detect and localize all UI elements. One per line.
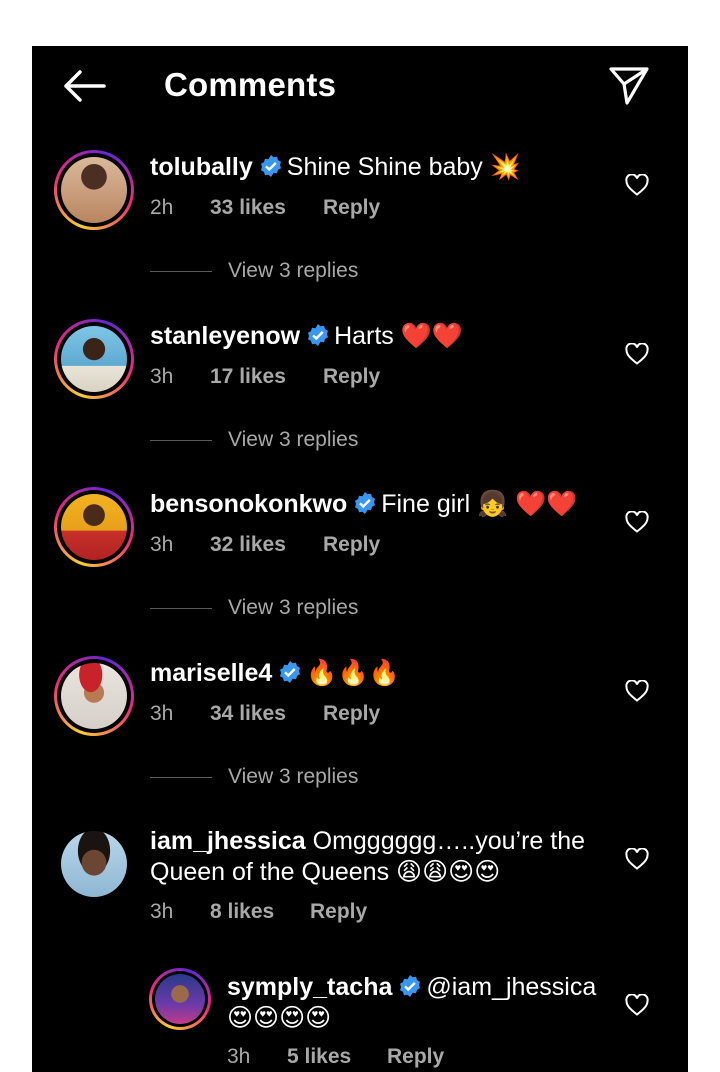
avatar[interactable]: [61, 831, 127, 897]
comment-text: Shine Shine baby 💥: [286, 153, 521, 181]
reply-button[interactable]: Reply: [323, 196, 380, 220]
reply-time: 3h: [227, 1045, 251, 1068]
like-button[interactable]: [622, 339, 652, 369]
likes-count[interactable]: 8 likes: [210, 900, 310, 924]
verified-badge-icon: [400, 975, 421, 997]
view-replies-label: View 3 replies: [228, 428, 359, 451]
view-replies-label: View 3 replies: [228, 596, 359, 619]
comment-username[interactable]: iam_jhessica: [150, 827, 306, 855]
comment-time: 3h: [150, 533, 174, 556]
comment-text: Fine girl 👧 ❤️❤️: [381, 490, 578, 518]
mention-link[interactable]: @iam_jhessica: [426, 973, 596, 1001]
avatar[interactable]: [149, 968, 211, 1030]
avatar[interactable]: [54, 150, 134, 230]
avatar[interactable]: [54, 487, 134, 567]
like-button[interactable]: [622, 676, 652, 706]
reply-button[interactable]: Reply: [323, 365, 380, 389]
comment-time: 3h: [150, 365, 174, 388]
reply-text: 😍😍😍😍: [227, 1004, 332, 1032]
likes-count[interactable]: 17 likes: [210, 365, 323, 389]
heart-icon: [625, 680, 649, 702]
likes-count[interactable]: 32 likes: [210, 533, 323, 557]
heart-icon: [625, 994, 649, 1016]
back-button[interactable]: [56, 64, 112, 108]
comment-time: 3h: [150, 900, 174, 923]
reply-button[interactable]: Reply: [310, 900, 367, 924]
comment-text: Omgggggg…..you’re the: [312, 827, 586, 855]
reply-button[interactable]: Reply: [323, 702, 380, 726]
verified-badge-icon: [280, 661, 301, 683]
share-button[interactable]: [602, 62, 656, 110]
comments-screen: Comments tolubally Shine Shine baby 💥 2h 3…: [32, 46, 688, 1072]
comment-time: 3h: [150, 702, 174, 725]
likes-count[interactable]: 33 likes: [210, 196, 323, 220]
heart-icon: [625, 511, 649, 533]
verified-badge-icon: [260, 155, 281, 177]
view-replies-button[interactable]: View 3 replies: [150, 765, 358, 789]
header-bar: Comments: [32, 46, 688, 126]
page-title: Comments: [164, 66, 337, 103]
view-replies-label: View 3 replies: [228, 259, 359, 282]
paper-plane-icon: [609, 67, 649, 105]
like-button[interactable]: [622, 990, 652, 1020]
like-button[interactable]: [622, 507, 652, 537]
view-replies-button[interactable]: View 3 replies: [150, 259, 358, 283]
heart-icon: [625, 174, 649, 196]
like-button[interactable]: [622, 170, 652, 200]
comment-text: 🔥🔥🔥: [306, 659, 400, 687]
comment-username[interactable]: stanleyenow: [150, 322, 300, 350]
like-button[interactable]: [622, 844, 652, 874]
verified-badge-icon: [355, 492, 376, 514]
avatar[interactable]: [54, 656, 134, 736]
arrow-left-icon: [64, 70, 106, 102]
comment-username[interactable]: tolubally: [150, 153, 253, 181]
reply-username[interactable]: symply_tacha: [227, 973, 392, 1001]
comment-username[interactable]: bensonokonkwo: [150, 490, 347, 518]
comment-text: Harts ❤️❤️: [334, 322, 463, 350]
view-replies-label: View 3 replies: [228, 765, 359, 788]
verified-badge-icon: [308, 324, 329, 346]
likes-count[interactable]: 34 likes: [210, 702, 323, 726]
reply-button[interactable]: Reply: [387, 1045, 444, 1069]
avatar[interactable]: [54, 319, 134, 399]
heart-icon: [625, 343, 649, 365]
comment-username[interactable]: mariselle4: [150, 659, 272, 687]
likes-count[interactable]: 5 likes: [287, 1045, 387, 1069]
view-replies-button[interactable]: View 3 replies: [150, 428, 358, 452]
view-replies-button[interactable]: View 3 replies: [150, 596, 358, 620]
reply-button[interactable]: Reply: [323, 533, 380, 557]
comment-text-continued: Queen of the Queens 😩😩😍😍: [150, 858, 501, 886]
comment-time: 2h: [150, 196, 174, 219]
heart-icon: [625, 848, 649, 870]
